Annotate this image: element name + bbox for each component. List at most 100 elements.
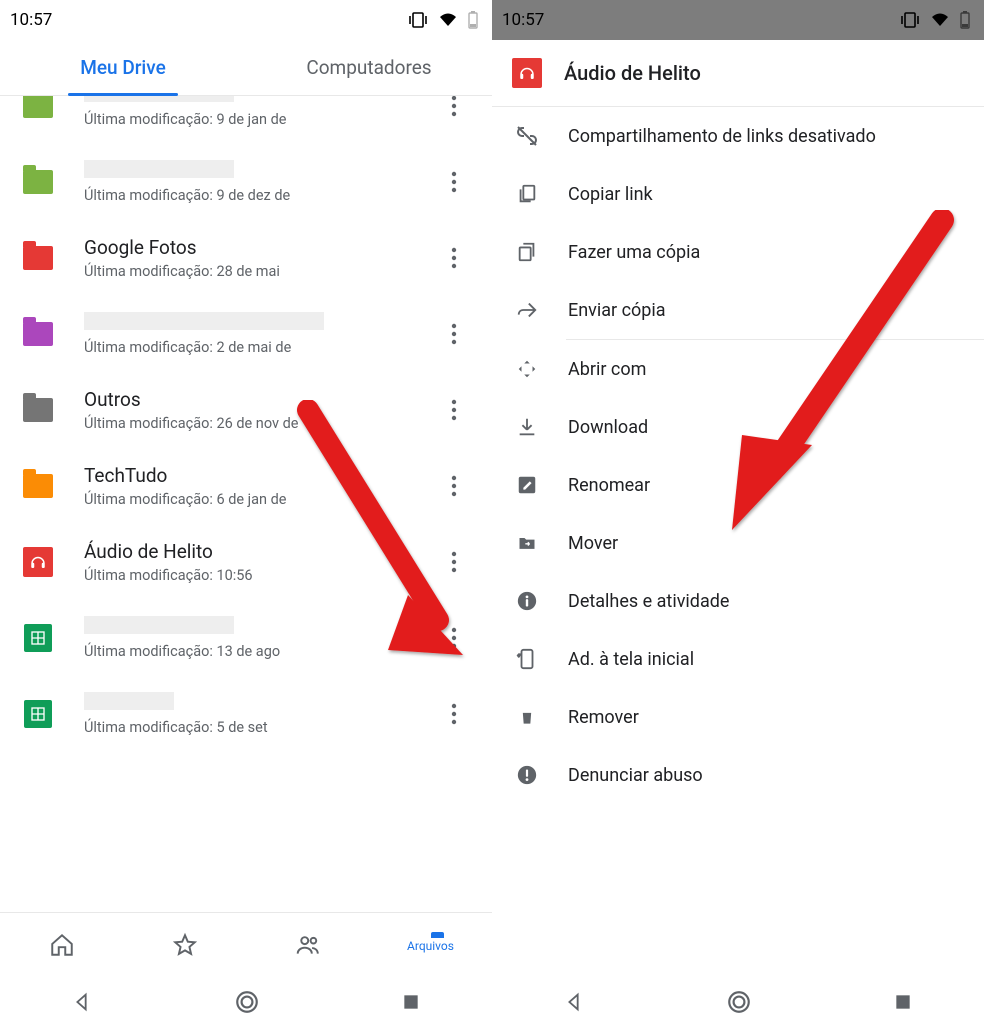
add-home-icon xyxy=(514,646,540,672)
menu-title: Áudio de Helito xyxy=(564,61,701,85)
more-button[interactable] xyxy=(434,542,474,582)
tab-my-drive[interactable]: Meu Drive xyxy=(0,40,246,95)
menu-item-info[interactable]: Detalhes e atividade xyxy=(492,572,984,630)
more-button[interactable] xyxy=(434,618,474,658)
tab-label: Computadores xyxy=(306,56,431,79)
menu-item-rename[interactable]: Renomear xyxy=(492,456,984,514)
battery-icon xyxy=(468,11,478,29)
tab-computers[interactable]: Computadores xyxy=(246,40,492,95)
more-vert-icon xyxy=(451,247,457,269)
context-menu: Compartilhamento de links desativado Copi… xyxy=(492,107,984,976)
sheets-icon xyxy=(24,700,52,728)
file-title: Outros xyxy=(84,388,141,411)
file-subtitle: Última modificação: 13 de ago xyxy=(84,643,434,660)
top-tabs: Meu Drive Computadores xyxy=(0,40,492,96)
nav-files[interactable]: Arquivos xyxy=(369,913,492,976)
menu-item-label: Renomear xyxy=(568,475,650,496)
menu-item-copy-link[interactable]: Copiar link xyxy=(492,165,984,223)
menu-item-move[interactable]: Mover xyxy=(492,514,984,572)
nav-starred[interactable] xyxy=(123,913,246,976)
redacted-title xyxy=(84,312,324,330)
file-row[interactable]: Última modificação: 9 de jan de xyxy=(0,96,492,144)
more-vert-icon xyxy=(451,171,457,193)
redacted-title xyxy=(84,160,234,178)
file-subtitle: Última modificação: 26 de nov de xyxy=(84,415,434,432)
file-row[interactable]: Última modificação: 13 de ago xyxy=(0,600,492,676)
system-nav-left xyxy=(0,976,492,1032)
file-row[interactable]: TechTudo Última modificação: 6 de jan de xyxy=(0,448,492,524)
menu-item-label: Enviar cópia xyxy=(568,300,666,321)
send-icon xyxy=(514,297,540,323)
home-button[interactable] xyxy=(726,989,752,1019)
recents-button[interactable] xyxy=(401,992,421,1016)
file-title: TechTudo xyxy=(84,464,167,487)
more-vert-icon xyxy=(451,627,457,649)
statusbar-right: 10:57 xyxy=(492,0,984,40)
status-time: 10:57 xyxy=(502,10,544,30)
menu-item-download[interactable]: Download xyxy=(492,398,984,456)
more-button[interactable] xyxy=(434,314,474,354)
more-button[interactable] xyxy=(434,238,474,278)
more-button[interactable] xyxy=(434,96,474,126)
people-icon xyxy=(294,932,322,958)
menu-item-link-off[interactable]: Compartilhamento de links desativado xyxy=(492,107,984,165)
file-row[interactable]: Google Fotos Última modificação: 28 de m… xyxy=(0,220,492,296)
more-button[interactable] xyxy=(434,694,474,734)
report-icon xyxy=(514,762,540,788)
nav-shared[interactable] xyxy=(246,913,369,976)
file-row[interactable]: Outros Última modificação: 26 de nov de xyxy=(0,372,492,448)
bottom-nav: Arquivos xyxy=(0,912,492,976)
menu-item-add-home[interactable]: Ad. à tela inicial xyxy=(492,630,984,688)
file-row[interactable]: Última modificação: 2 de mai de xyxy=(0,296,492,372)
audio-icon xyxy=(23,547,53,577)
move-icon xyxy=(514,530,540,556)
file-row[interactable]: Áudio de Helito Última modificação: 10:5… xyxy=(0,524,492,600)
file-row[interactable]: Última modificação: 9 de dez de xyxy=(0,144,492,220)
more-vert-icon xyxy=(451,96,457,117)
folder-icon xyxy=(23,96,53,118)
nav-home[interactable] xyxy=(0,913,123,976)
rename-icon xyxy=(514,472,540,498)
copy-link-icon xyxy=(514,181,540,207)
file-subtitle: Última modificação: 2 de mai de xyxy=(84,339,434,356)
folder-icon xyxy=(23,398,53,422)
redacted-title xyxy=(84,692,174,710)
status-icons xyxy=(900,11,970,29)
file-row[interactable]: Última modificação: 5 de set xyxy=(0,676,492,752)
more-button[interactable] xyxy=(434,162,474,202)
more-button[interactable] xyxy=(434,390,474,430)
folder-icon xyxy=(23,322,53,346)
more-vert-icon xyxy=(451,323,457,345)
menu-item-report[interactable]: Denunciar abuso xyxy=(492,746,984,804)
more-vert-icon xyxy=(451,703,457,725)
menu-item-trash[interactable]: Remover xyxy=(492,688,984,746)
back-button[interactable] xyxy=(71,991,93,1017)
recents-button[interactable] xyxy=(893,992,913,1016)
file-subtitle: Última modificação: 28 de mai xyxy=(84,263,434,280)
star-icon xyxy=(172,932,198,958)
menu-item-label: Mover xyxy=(568,533,618,554)
more-button[interactable] xyxy=(434,466,474,506)
redacted-title xyxy=(84,616,234,634)
file-subtitle: Última modificação: 10:56 xyxy=(84,567,434,584)
file-title: Google Fotos xyxy=(84,236,197,259)
audio-icon xyxy=(512,58,542,88)
status-icons xyxy=(408,11,478,29)
menu-item-label: Detalhes e atividade xyxy=(568,591,729,612)
menu-item-send[interactable]: Enviar cópia xyxy=(492,281,984,339)
sheets-icon xyxy=(24,624,52,652)
back-button[interactable] xyxy=(563,991,585,1017)
menu-item-label: Compartilhamento de links desativado xyxy=(568,126,876,147)
menu-item-label: Remover xyxy=(568,707,639,728)
info-icon xyxy=(514,588,540,614)
file-list[interactable]: Última modificação: 9 de jan de Última m… xyxy=(0,96,492,912)
tab-label: Meu Drive xyxy=(80,56,166,79)
more-vert-icon xyxy=(451,551,457,573)
vibrate-icon xyxy=(900,12,920,28)
more-vert-icon xyxy=(451,399,457,421)
menu-item-open-with[interactable]: Abrir com xyxy=(492,340,984,398)
menu-item-label: Ad. à tela inicial xyxy=(568,649,694,670)
home-button[interactable] xyxy=(234,989,260,1019)
menu-item-copy[interactable]: Fazer uma cópia xyxy=(492,223,984,281)
vibrate-icon xyxy=(408,12,428,28)
